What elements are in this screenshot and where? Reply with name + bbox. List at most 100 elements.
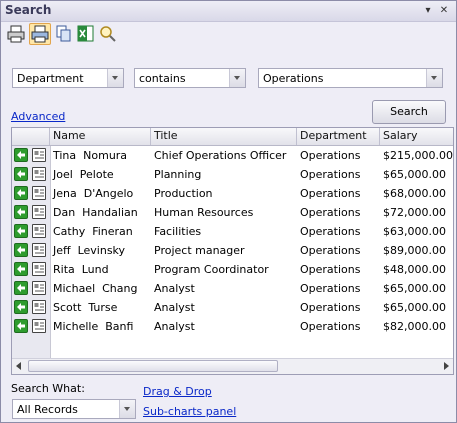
cell-department: Operations — [300, 168, 361, 181]
print-button[interactable] — [5, 23, 27, 45]
search-button[interactable]: Search — [372, 100, 446, 124]
cell-title: Facilities — [154, 225, 202, 238]
cell-department: Operations — [300, 149, 361, 162]
chevron-down-icon[interactable] — [107, 69, 123, 87]
search-what-label: Search What: — [11, 382, 85, 395]
cell-department: Operations — [300, 225, 361, 238]
subcharts-panel-link[interactable]: Sub-charts panel — [143, 405, 236, 418]
print-preview-icon — [31, 25, 49, 43]
go-to-record-icon[interactable] — [14, 186, 28, 200]
table-row[interactable]: Cathy Fineran Facilities Operations $63,000… — [12, 222, 453, 241]
record-card-icon[interactable] — [32, 148, 46, 162]
cell-salary: $72,000.00 — [383, 206, 446, 219]
column-header-title[interactable]: Title — [151, 128, 297, 145]
copy-button[interactable] — [53, 23, 75, 45]
cell-name: Michelle Banfi — [53, 320, 134, 333]
record-card-icon[interactable] — [32, 319, 46, 333]
search-reset-button[interactable] — [97, 23, 119, 45]
go-to-record-icon[interactable] — [14, 243, 28, 257]
table-row[interactable]: Rita Lund Program Coordinator Operations $4… — [12, 260, 453, 279]
drag-drop-link[interactable]: Drag & Drop — [143, 385, 212, 398]
record-card-icon[interactable] — [32, 243, 46, 257]
cell-title: Analyst — [154, 282, 195, 295]
close-icon[interactable]: ✕ — [438, 5, 450, 17]
table-row[interactable]: Tina Nomura Chief Operations Officer Opera… — [12, 146, 453, 165]
horizontal-scrollbar[interactable] — [12, 358, 453, 374]
go-to-record-icon[interactable] — [14, 319, 28, 333]
record-card-icon[interactable] — [32, 167, 46, 181]
table-row[interactable]: Michelle Banfi Analyst Operations $82,000.0… — [12, 317, 453, 336]
field-select-value: Department — [17, 72, 84, 85]
cell-title: Human Resources — [154, 206, 254, 219]
scroll-thumb[interactable] — [28, 360, 278, 372]
cell-name: Cathy Fineran — [53, 225, 133, 238]
chevron-down-icon[interactable]: ▾ — [422, 5, 434, 17]
cell-title: Program Coordinator — [154, 263, 269, 276]
scroll-left-icon[interactable] — [16, 362, 21, 370]
column-header-salary[interactable]: Salary — [380, 128, 453, 145]
cell-department: Operations — [300, 301, 361, 314]
title-bar: Search ▾ ✕ — [1, 1, 456, 22]
cell-salary: $65,000.00 — [383, 282, 446, 295]
copy-icon — [56, 25, 71, 42]
search-what-select[interactable]: All Records — [12, 399, 136, 419]
cell-name: Michael Chang — [53, 282, 138, 295]
cell-salary: $65,000.00 — [383, 301, 446, 314]
record-card-icon[interactable] — [32, 224, 46, 238]
cell-department: Operations — [300, 263, 361, 276]
record-card-icon[interactable] — [32, 205, 46, 219]
go-to-record-icon[interactable] — [14, 205, 28, 219]
cell-salary: $89,000.00 — [383, 244, 446, 257]
cell-salary: $68,000.00 — [383, 187, 446, 200]
table-row[interactable]: Scott Turse Analyst Operations $65,000.00 — [12, 298, 453, 317]
cell-title: Production — [154, 187, 213, 200]
field-select[interactable]: Department — [12, 68, 124, 88]
table-row[interactable]: Jena D'Angelo Production Operations $68,000… — [12, 184, 453, 203]
cell-name: Scott Turse — [53, 301, 118, 314]
table-row[interactable]: Michael Chang Analyst Operations $65,000.00 — [12, 279, 453, 298]
table-row[interactable]: Joel Pelote Planning Operations $65,000.00 — [12, 165, 453, 184]
scroll-right-icon[interactable] — [444, 362, 449, 370]
cell-department: Operations — [300, 282, 361, 295]
record-card-icon[interactable] — [32, 186, 46, 200]
cell-name: Dan Handalian — [53, 206, 138, 219]
print-preview-button[interactable] — [29, 23, 51, 45]
table-row[interactable]: Dan Handalian Human Resources Operations $7… — [12, 203, 453, 222]
excel-export-icon — [77, 25, 94, 42]
cell-title: Project manager — [154, 244, 245, 257]
chevron-down-icon[interactable] — [426, 69, 442, 87]
value-input[interactable]: Operations — [258, 68, 443, 88]
chevron-down-icon[interactable] — [119, 400, 135, 418]
table-row[interactable]: Jeff Levinsky Project manager Operations $8… — [12, 241, 453, 260]
cell-name: Joel Pelote — [53, 168, 114, 181]
go-to-record-icon[interactable] — [14, 281, 28, 295]
go-to-record-icon[interactable] — [14, 224, 28, 238]
cell-department: Operations — [300, 244, 361, 257]
cell-title: Chief Operations Officer — [154, 149, 287, 162]
cell-salary: $82,000.00 — [383, 320, 446, 333]
cell-name: Tina Nomura — [53, 149, 128, 162]
go-to-record-icon[interactable] — [14, 300, 28, 314]
cell-title: Analyst — [154, 320, 195, 333]
search-what-value: All Records — [17, 403, 78, 416]
grid-header: Name Title Department Salary — [12, 128, 453, 146]
printer-icon — [7, 25, 25, 43]
cell-name: Jeff Levinsky — [53, 244, 126, 257]
header-row-selector — [12, 128, 50, 145]
operator-select[interactable]: contains — [134, 68, 246, 88]
advanced-link[interactable]: Advanced — [11, 110, 65, 123]
cell-title: Analyst — [154, 301, 195, 314]
go-to-record-icon[interactable] — [14, 148, 28, 162]
column-header-department[interactable]: Department — [297, 128, 380, 145]
record-card-icon[interactable] — [32, 262, 46, 276]
record-card-icon[interactable] — [32, 281, 46, 295]
cell-department: Operations — [300, 206, 361, 219]
search-panel: Search ▾ ✕ Department contains Operation… — [0, 0, 457, 423]
go-to-record-icon[interactable] — [14, 262, 28, 276]
go-to-record-icon[interactable] — [14, 167, 28, 181]
column-header-name[interactable]: Name — [50, 128, 151, 145]
record-card-icon[interactable] — [32, 300, 46, 314]
value-input-text: Operations — [263, 72, 324, 85]
excel-export-button[interactable] — [75, 23, 97, 45]
chevron-down-icon[interactable] — [229, 69, 245, 87]
